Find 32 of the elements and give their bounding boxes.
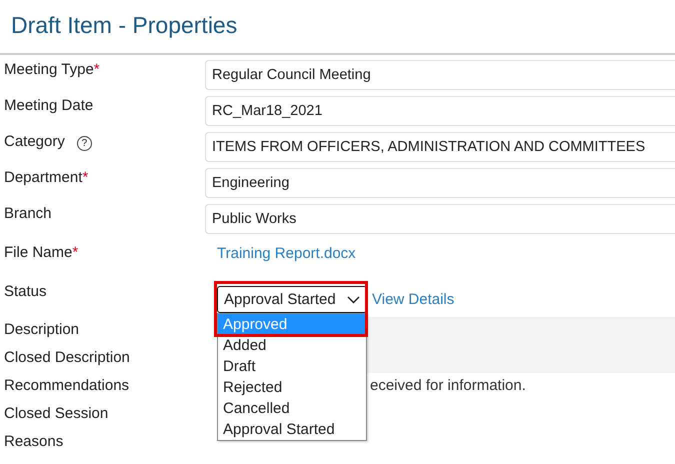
input-field[interactable]: Regular Council Meeting	[205, 60, 675, 90]
field-label: Recommendations	[4, 377, 130, 394]
dropdown-option[interactable]: Draft	[218, 356, 366, 377]
dropdown-option[interactable]: Cancelled	[218, 398, 366, 419]
field-label: File Name	[4, 244, 72, 261]
field-label: Department	[4, 169, 82, 186]
file-link[interactable]: Training Report.docx	[217, 237, 356, 262]
required-asterisk: *	[82, 169, 88, 186]
dropdown-option[interactable]: Rejected	[218, 377, 366, 398]
field-label: Status	[4, 283, 47, 300]
dropdown-option[interactable]: Added	[218, 335, 366, 356]
required-asterisk: *	[72, 244, 78, 261]
input-field[interactable]: ITEMS FROM OFFICERS, ADMINISTRATION AND COMMITTEES	[205, 132, 675, 162]
dropdown-option[interactable]: Approval Started	[218, 419, 366, 440]
chevron-icon	[347, 296, 360, 304]
view-details-link[interactable]: View Details	[367, 291, 454, 308]
required-asterisk: *	[94, 61, 100, 78]
field-label: Closed Description	[4, 349, 130, 366]
help-icon[interactable]: ?	[76, 136, 92, 151]
input-field[interactable]: Public Works	[205, 204, 675, 234]
field-label: Closed Session	[4, 405, 108, 422]
field-label: Meeting Type	[4, 61, 94, 78]
input-field[interactable]: Engineering	[205, 168, 675, 198]
field-label: Category	[4, 133, 65, 150]
field-label: Meeting Date	[4, 97, 94, 114]
field-value: eceived for information.	[370, 376, 526, 394]
page-title: Draft Item - Properties	[0, 0, 675, 55]
field-label: Branch	[4, 205, 52, 222]
status-dropdown[interactable]: Approval Started	[217, 286, 367, 313]
field-label: Reasons	[4, 433, 64, 450]
field-label: Description	[4, 321, 80, 338]
input-field[interactable]: RC_Mar18_2021	[205, 96, 675, 126]
